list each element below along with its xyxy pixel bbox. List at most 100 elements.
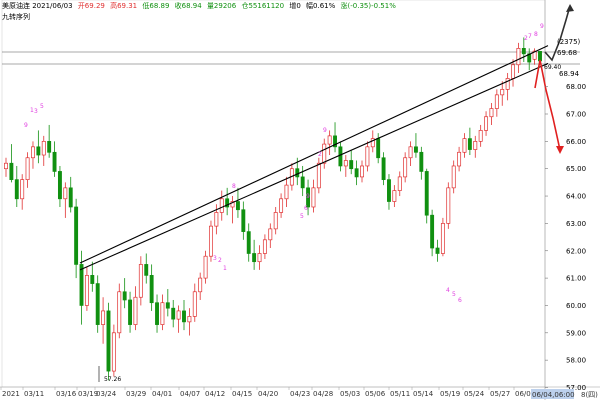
candle-body: [424, 171, 429, 216]
sequence-marker: 5: [300, 213, 304, 220]
candle-body: [182, 310, 186, 323]
candle-body: [52, 151, 57, 172]
candle-body: [440, 223, 445, 254]
candle-body: [79, 264, 84, 306]
low-price-label: 57.26: [104, 376, 121, 383]
x-tick-label: 05/06: [365, 390, 386, 398]
x-tick-label: 05/24: [464, 390, 485, 398]
candle-body: [322, 143, 327, 164]
candle-body: [235, 201, 240, 211]
candle-body: [316, 162, 321, 189]
sequence-marker: 3: [34, 108, 38, 115]
candle-body: [343, 160, 348, 167]
price-chart[interactable]: 1 35989653 21294562 7 89 57.26(2375)69.6868.…: [0, 0, 600, 400]
sequence-marker: 6: [458, 297, 462, 304]
candle-body: [4, 162, 8, 170]
candle-body: [68, 187, 73, 208]
candle-body: [451, 165, 456, 189]
sequence-marker: 8: [232, 183, 236, 190]
candle-body: [311, 187, 316, 208]
date-highlight-label: 06/04,06:00: [532, 391, 575, 399]
candle-body: [128, 299, 133, 325]
candle-body: [273, 212, 278, 230]
trendline-2: [79, 62, 549, 271]
candle-body: [219, 198, 224, 213]
candle-body: [365, 146, 370, 167]
candle-body: [467, 138, 472, 150]
y-tick-label: 65.00: [566, 165, 586, 173]
x-tick-label: 04/28: [313, 390, 333, 398]
sequence-marker: 5: [40, 103, 44, 110]
candle-body: [198, 277, 203, 293]
candle-body: [478, 130, 483, 142]
x-tick-label: 04/12: [205, 390, 225, 398]
candle-body: [192, 291, 197, 317]
cursor-price-label: 69.40: [544, 64, 561, 71]
candle-body: [387, 179, 391, 202]
candle-body: [262, 239, 267, 254]
sequence-marker: 9: [323, 127, 327, 134]
candle-body: [171, 307, 176, 320]
candle-body: [338, 146, 343, 167]
sequence-marker: 6: [304, 205, 308, 212]
x-tick-label: 05/14: [413, 390, 434, 398]
x-tick-label: 04/23: [290, 390, 310, 398]
candle-body: [462, 138, 467, 153]
sequence-marker: 3: [213, 255, 217, 262]
trendlines: [79, 45, 549, 271]
candle-body: [381, 157, 386, 180]
candle-body: [214, 212, 219, 227]
y-tick-label: 62.00: [566, 247, 586, 255]
y-tick-label: 58.00: [566, 357, 586, 365]
x-tick-label: 05/11: [390, 390, 410, 398]
candle-body: [516, 48, 521, 66]
candle-body: [9, 162, 14, 180]
sequence-marker: 4: [446, 287, 450, 294]
candle-body: [295, 168, 300, 178]
sequence-marker: 2: [218, 257, 222, 264]
candle-body: [47, 141, 52, 153]
y-tick-label: 59.00: [566, 329, 586, 337]
x-tick-label: 04/15: [232, 390, 252, 398]
candle-body: [473, 141, 478, 150]
candle-body: [95, 283, 100, 325]
last-price-label: 68.94: [559, 70, 580, 78]
date-tail-label: 8(四): [581, 391, 598, 399]
grid: [0, 0, 600, 400]
candle-body: [279, 198, 284, 213]
trendline-1: [79, 45, 549, 264]
candle-body: [122, 291, 127, 301]
candle-body: [489, 108, 494, 118]
candle-body: [155, 302, 159, 325]
candle-body: [31, 146, 35, 159]
candle-body: [241, 209, 246, 232]
candle-body: [500, 89, 505, 96]
candle-body: [176, 310, 181, 320]
upper-line-price: 69.68: [557, 49, 577, 57]
y-axis: 68.00 67.00 66.00 65.00 64.00 63.00 62.00 61.00…: [545, 83, 586, 392]
candle-body: [538, 51, 542, 62]
candle-body: [484, 116, 489, 131]
candle-body: [14, 179, 19, 200]
x-tick-label: 03/24: [96, 390, 117, 398]
candle-body: [138, 264, 143, 298]
x-tick-label: 03/11: [24, 390, 44, 398]
candle-body: [354, 168, 359, 178]
y-tick-label: 68.00: [566, 83, 586, 91]
candle-body: [505, 78, 510, 90]
candle-body: [106, 310, 111, 372]
x-tick-label: 05/03: [340, 390, 360, 398]
candle-body: [430, 214, 435, 249]
y-tick-label: 61.00: [566, 275, 586, 283]
y-tick-label: 67.00: [566, 111, 586, 119]
candle-body: [84, 275, 89, 306]
candle-body: [144, 264, 149, 276]
candle-body: [57, 171, 62, 200]
candle-body: [457, 151, 462, 167]
price-labels: 57.26 (2375) 69.68 68.9469.40: [98, 38, 581, 383]
x-tick-label: 04/20: [258, 390, 278, 398]
sequence-marker: 5: [452, 291, 456, 298]
candle-body: [413, 146, 418, 153]
candle-body: [268, 228, 273, 241]
candle-body: [63, 187, 68, 200]
